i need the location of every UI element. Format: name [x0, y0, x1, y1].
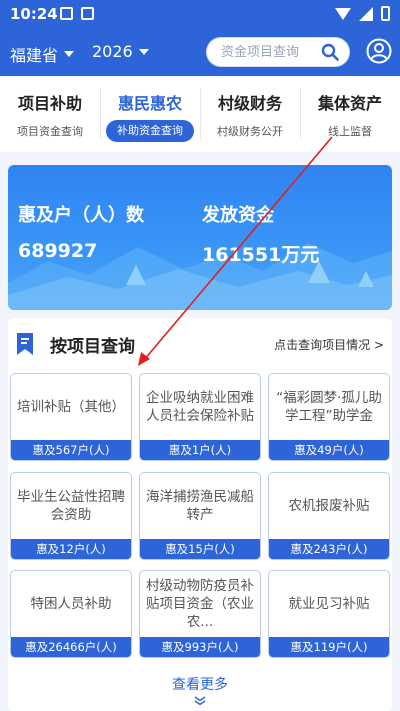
app-notification-icon — [81, 7, 94, 20]
project-card[interactable]: 特困人员补助 惠及26466户(人) — [10, 570, 132, 658]
funds-value: 161551万元 — [202, 244, 320, 266]
status-bar: 10:24 — [0, 0, 400, 28]
project-card[interactable]: “福彩圆梦·孤儿助学工程”助学金 惠及49户(人) — [268, 373, 390, 461]
card-count: 惠及119户(人) — [269, 637, 389, 657]
tab-village-finance[interactable]: 村级财务 村级财务公开 — [200, 76, 300, 152]
project-card[interactable]: 农机报废补贴 惠及243户(人) — [268, 472, 390, 560]
project-query-section: 按项目查询 点击查询项目情况 > 培训补贴（其他） 惠及567户(人) 企业吸纳… — [8, 318, 392, 711]
card-name: 企业吸纳就业困难人员社会保险补贴 — [146, 389, 254, 424]
tab-title: 集体资产 — [317, 94, 382, 113]
chevron-down-icon — [138, 48, 149, 55]
year-select[interactable]: 2026 — [92, 42, 149, 61]
system-icons — [335, 6, 390, 21]
section-title: 按项目查询 — [50, 337, 135, 357]
card-name: 毕业生公益性招聘会资助 — [17, 488, 125, 523]
search-icon[interactable] — [321, 43, 339, 61]
summary-banner: 惠及户（人）数 689927 发放资金 161551万元 — [8, 165, 392, 310]
status-time: 10:24 — [10, 5, 58, 23]
card-count: 惠及12户(人) — [11, 539, 131, 559]
card-name: 特困人员补助 — [30, 595, 112, 612]
mountain-illustration — [8, 243, 392, 310]
card-count: 惠及15户(人) — [140, 539, 260, 559]
year-label: 2026 — [92, 42, 133, 61]
card-count: 惠及567户(人) — [11, 440, 131, 460]
project-card[interactable]: 企业吸纳就业困难人员社会保险补贴 惠及1户(人) — [139, 373, 261, 461]
tab-collective-assets[interactable]: 集体资产 线上监督 — [300, 76, 400, 152]
double-chevron-down-icon[interactable] — [194, 696, 206, 706]
project-card[interactable]: 就业见习补贴 惠及119户(人) — [268, 570, 390, 658]
battery-icon — [381, 6, 390, 21]
tab-subtitle: 线上监督 — [328, 125, 372, 138]
card-count: 惠及993户(人) — [140, 637, 260, 657]
card-name: 培训补贴（其他） — [17, 398, 125, 415]
wifi-icon — [335, 7, 351, 20]
tab-benefit-farmers[interactable]: 惠民惠农 补助资金查询 — [100, 76, 200, 152]
bookmark-icon — [17, 333, 33, 355]
signal-icon — [359, 6, 373, 21]
tab-title: 项目补助 — [17, 94, 82, 113]
card-count: 惠及1户(人) — [140, 440, 260, 460]
view-more-button[interactable]: 查看更多 — [8, 674, 392, 694]
tab-title: 惠民惠农 — [117, 94, 182, 113]
card-count: 惠及26466户(人) — [11, 637, 131, 657]
card-name: 村级动物防疫员补贴项目资金（农业农... — [146, 577, 254, 631]
tab-subtitle: 村级财务公开 — [217, 125, 283, 138]
notification-icons — [60, 7, 94, 20]
tab-subtitle: 项目资金查询 — [17, 125, 83, 138]
image-notification-icon — [60, 7, 73, 20]
project-card[interactable]: 村级动物防疫员补贴项目资金（农业农... 惠及993户(人) — [139, 570, 261, 658]
search-box — [206, 37, 350, 67]
households-label: 惠及户（人）数 — [18, 205, 144, 226]
query-projects-link[interactable]: 点击查询项目情况 > — [274, 336, 384, 353]
card-name: 就业见习补贴 — [288, 595, 370, 612]
card-name: 农机报废补贴 — [288, 497, 370, 514]
search-input[interactable] — [207, 38, 317, 66]
user-avatar-icon[interactable] — [366, 38, 392, 64]
tab-subtitle: 补助资金查询 — [106, 120, 194, 142]
province-select[interactable]: 福建省 — [10, 42, 75, 66]
card-name: “福彩圆梦·孤儿助学工程”助学金 — [276, 389, 382, 424]
category-tabs: 项目补助 项目资金查询 惠民惠农 补助资金查询 村级财务 村级财务公开 集体资产… — [0, 76, 400, 152]
card-count: 惠及243户(人) — [269, 539, 389, 559]
app-header: 福建省 2026 — [0, 28, 400, 76]
chevron-down-icon — [64, 51, 75, 57]
card-count: 惠及49户(人) — [269, 440, 389, 460]
project-card[interactable]: 毕业生公益性招聘会资助 惠及12户(人) — [10, 472, 132, 560]
card-name: 海洋捕捞渔民减船转产 — [146, 488, 254, 523]
funds-label: 发放资金 — [202, 205, 274, 226]
project-card[interactable]: 培训补贴（其他） 惠及567户(人) — [10, 373, 132, 461]
households-value: 689927 — [18, 240, 98, 262]
project-card[interactable]: 海洋捕捞渔民减船转产 惠及15户(人) — [139, 472, 261, 560]
tab-project-subsidy[interactable]: 项目补助 项目资金查询 — [0, 76, 100, 152]
tab-title: 村级财务 — [217, 94, 282, 113]
province-label: 福建省 — [10, 46, 59, 65]
